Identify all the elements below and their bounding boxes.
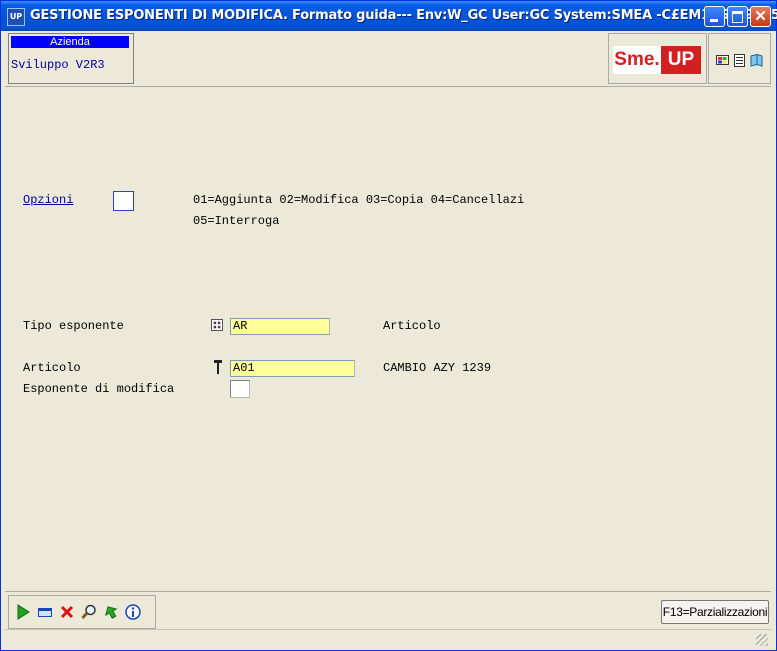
articolo-field[interactable]: A01 xyxy=(230,360,355,377)
logo-text-up: UP xyxy=(661,46,701,74)
app-window: UP GESTIONE ESPONENTI DI MODIFICA. Forma… xyxy=(0,0,777,651)
azienda-value: Sviluppo V2R3 xyxy=(11,58,105,72)
resize-grip-icon[interactable] xyxy=(756,634,768,646)
options-input[interactable] xyxy=(113,191,134,211)
search-icon[interactable] xyxy=(81,604,97,620)
status-bar xyxy=(5,629,771,648)
header-tools-panel xyxy=(708,33,771,84)
azienda-label: Azienda xyxy=(11,36,129,48)
f13-partial-button[interactable]: F13=Parzializzazioni xyxy=(661,600,769,624)
tipo-esponente-label: Tipo esponente xyxy=(23,319,124,333)
logo-text-sme: Sme. xyxy=(613,46,661,74)
close-icon: ✕ xyxy=(754,8,767,25)
maximize-button[interactable] xyxy=(727,6,748,27)
palette-icon[interactable] xyxy=(716,54,729,67)
articolo-description: CAMBIO AZY 1239 xyxy=(383,361,492,375)
esponente-modifica-label: Esponente di modifica xyxy=(23,382,175,396)
notes-icon[interactable] xyxy=(733,54,746,67)
pin-icon[interactable] xyxy=(214,360,222,374)
maximize-icon xyxy=(732,11,743,23)
book-icon[interactable] xyxy=(750,54,763,67)
window-icon[interactable] xyxy=(37,604,53,620)
close-button[interactable]: ✕ xyxy=(750,6,771,27)
header-panel: Azienda Sviluppo V2R3 Sme. UP xyxy=(5,31,771,87)
app-icon[interactable]: UP xyxy=(7,8,25,26)
cancel-icon[interactable] xyxy=(59,604,75,620)
tool-buttons-panel xyxy=(8,595,156,629)
tipo-esponente-description: Articolo xyxy=(383,319,441,333)
play-icon[interactable] xyxy=(15,604,31,620)
tipo-esponente-field[interactable]: AR xyxy=(230,318,330,335)
esponente-modifica-field[interactable] xyxy=(230,380,250,398)
articolo-label: Articolo xyxy=(23,361,81,375)
window-title: GESTIONE ESPONENTI DI MODIFICA. Formato … xyxy=(30,8,777,23)
main-form: Opzioni 01=Aggiunta 02=Modifica 03=Copia… xyxy=(5,87,771,589)
footer-toolbar: F13=Parzializzazioni xyxy=(5,591,771,629)
refresh-icon[interactable] xyxy=(103,604,119,620)
logo-panel: Sme. UP xyxy=(608,33,707,84)
minimize-icon xyxy=(710,19,718,22)
info-icon[interactable] xyxy=(125,604,141,620)
options-legend-line2: 05=Interroga xyxy=(193,214,280,228)
smeup-logo: Sme. UP xyxy=(613,46,701,74)
minimize-button[interactable] xyxy=(704,6,725,27)
title-bar[interactable]: UP GESTIONE ESPONENTI DI MODIFICA. Forma… xyxy=(1,1,777,31)
options-link[interactable]: Opzioni xyxy=(23,193,73,207)
azienda-panel: Azienda Sviluppo V2R3 xyxy=(8,33,134,84)
list-icon[interactable] xyxy=(211,319,223,331)
options-legend-line1: 01=Aggiunta 02=Modifica 03=Copia 04=Canc… xyxy=(193,193,525,207)
